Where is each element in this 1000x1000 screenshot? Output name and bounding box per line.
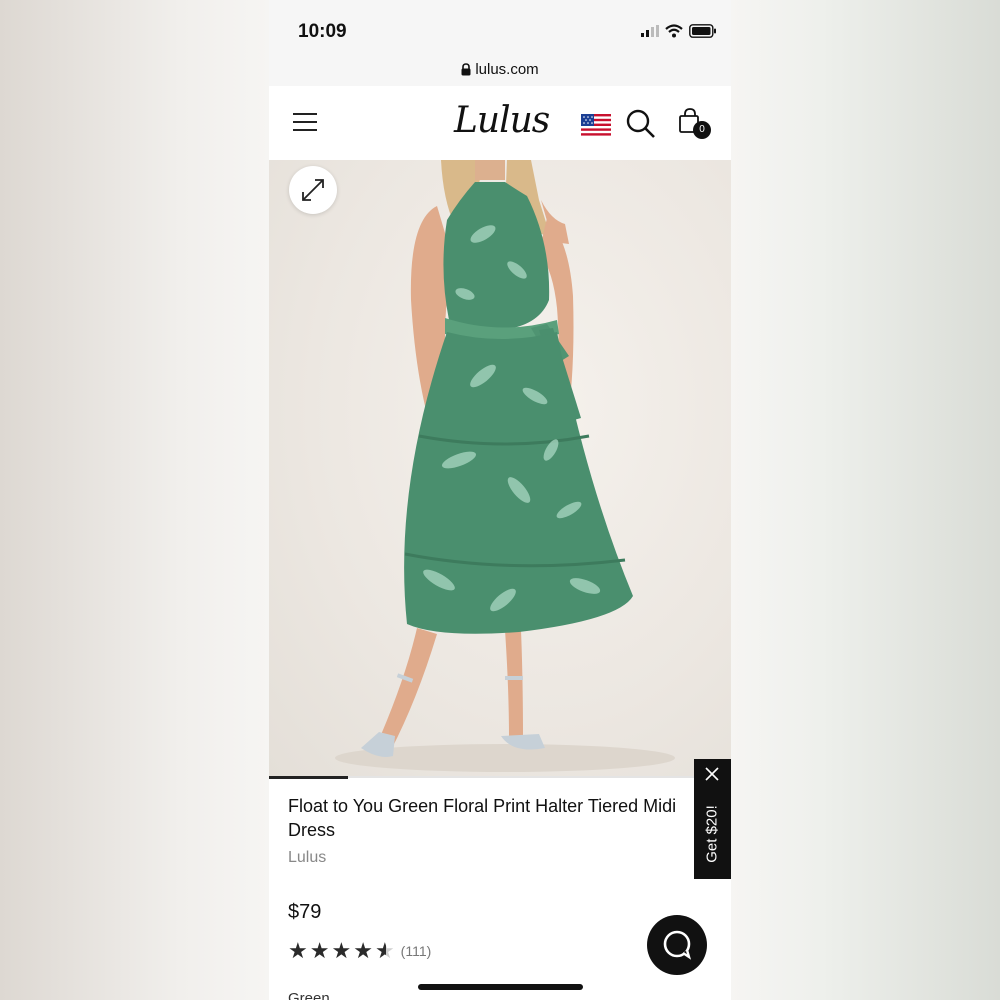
star-icon: ★ xyxy=(331,938,352,963)
color-label: Green xyxy=(288,990,330,1000)
image-carousel-progress-fill xyxy=(269,776,348,779)
star-icon: ★ xyxy=(309,938,330,963)
status-bar: 10:09 xyxy=(269,0,731,52)
product-price: $79 xyxy=(288,901,322,923)
phone-screen: 10:09 lulus.com Lulus 0 Float to You Gre… xyxy=(269,0,731,1000)
hamburger-menu-icon[interactable] xyxy=(293,113,319,133)
chat-button[interactable] xyxy=(647,915,707,975)
promo-label[interactable]: Get $20! xyxy=(704,805,721,863)
product-image[interactable] xyxy=(269,160,731,776)
cart-count-badge[interactable]: 0 xyxy=(693,121,711,139)
expand-image-button[interactable] xyxy=(289,166,337,214)
product-title: Float to You Green Floral Print Halter T… xyxy=(288,796,677,840)
half-star-icon: ★ xyxy=(374,938,395,963)
address-bar[interactable]: lulus.com xyxy=(269,52,731,87)
us-flag-icon[interactable] xyxy=(581,114,611,138)
wifi-icon xyxy=(665,24,683,38)
brand-logo[interactable]: Lulus xyxy=(454,100,550,141)
promo-tab[interactable]: Get $20! xyxy=(694,759,731,879)
review-count[interactable]: (111) xyxy=(401,943,432,959)
product-rating[interactable]: ★ ★ ★ ★ ★ (111) xyxy=(288,940,431,962)
battery-icon xyxy=(689,24,716,38)
status-time: 10:09 xyxy=(298,21,347,42)
close-icon[interactable] xyxy=(705,767,719,781)
product-brand[interactable]: Lulus xyxy=(288,849,326,867)
star-icon: ★ xyxy=(288,938,308,963)
lock-icon xyxy=(461,62,471,75)
star-icon: ★ xyxy=(353,938,373,963)
dress-photo xyxy=(335,160,675,772)
chat-icon xyxy=(663,930,692,960)
image-carousel-progress xyxy=(269,776,731,779)
url-text: lulus.com xyxy=(475,60,539,78)
signal-icon xyxy=(641,25,659,37)
expand-icon xyxy=(302,179,324,201)
home-indicator xyxy=(418,984,583,990)
status-icons xyxy=(641,24,717,38)
site-header: Lulus 0 xyxy=(269,86,731,160)
search-icon[interactable] xyxy=(625,108,657,140)
